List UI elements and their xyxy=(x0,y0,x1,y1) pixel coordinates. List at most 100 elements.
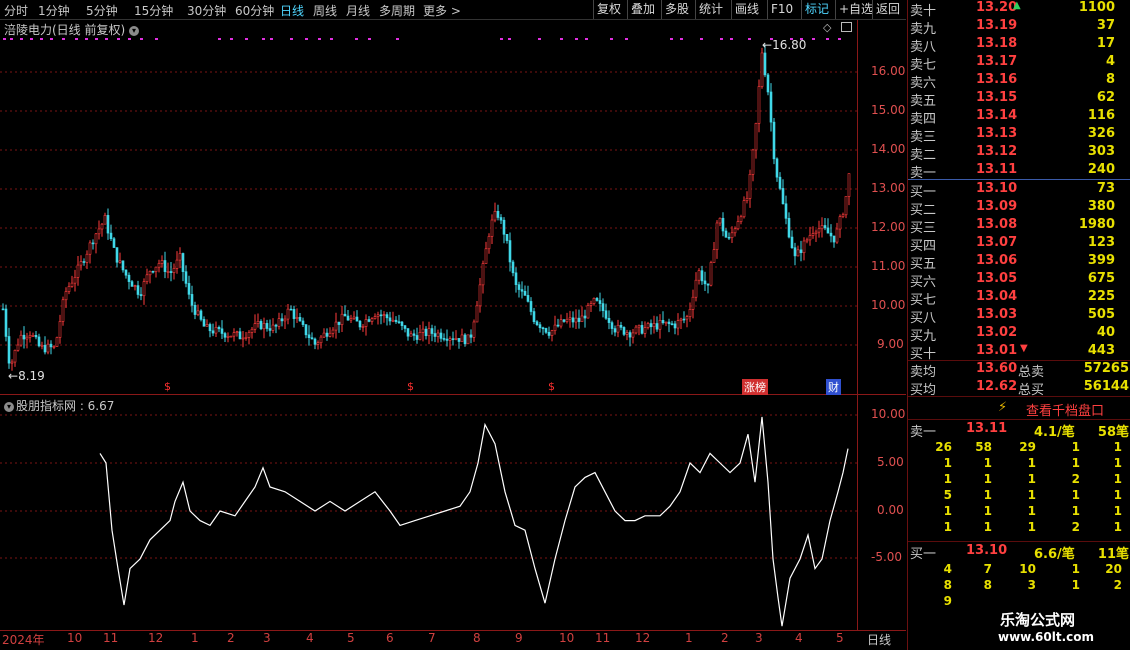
statistics-button[interactable]: 统计 xyxy=(695,0,726,19)
bid-level-row[interactable]: 买七 13.04 225 xyxy=(908,289,1130,308)
ask-level-row[interactable]: 卖七 13.17 4 xyxy=(908,54,1130,73)
ask-level-row[interactable]: 卖八 13.18 17 xyxy=(908,36,1130,55)
candle-body xyxy=(529,301,533,312)
ask-level-row[interactable]: 卖六 13.16 8 xyxy=(908,72,1130,91)
kline-chart[interactable] xyxy=(0,20,906,650)
candle-body xyxy=(145,274,149,282)
event-marker[interactable]: $ xyxy=(164,380,171,393)
candle-body xyxy=(580,315,584,322)
event-marker[interactable]: $ xyxy=(407,380,414,393)
candle-body xyxy=(538,324,542,329)
candle-body xyxy=(394,319,398,322)
candle-body xyxy=(106,215,110,234)
candle-body xyxy=(847,173,851,197)
mark-button[interactable]: 标记 xyxy=(801,0,832,19)
bid-level-row[interactable]: 买一 13.10 73 xyxy=(908,181,1130,200)
view-thousand-levels-link[interactable]: 查看千档盘口 xyxy=(1026,400,1104,419)
up-arrow-icon: ▲ xyxy=(1013,0,1021,11)
ask-level-row[interactable]: 卖四 13.14 116 xyxy=(908,108,1130,127)
date-label: 1 xyxy=(191,631,199,645)
bid-level-label: 买七 xyxy=(910,293,937,308)
candle-body xyxy=(781,188,785,205)
period-tab-5min[interactable]: 5分钟 xyxy=(86,2,118,19)
candle-body xyxy=(136,285,140,295)
period-toolbar: 分时 1分钟 5分钟 15分钟 30分钟 60分钟 日线 周线 月线 多周期 更… xyxy=(0,0,906,20)
candle-body xyxy=(694,279,698,298)
overlay-button[interactable]: 叠加 xyxy=(627,0,658,19)
candle-body xyxy=(163,260,167,272)
limit-up-badge[interactable]: 涨榜 xyxy=(742,379,768,395)
bid-level-row[interactable]: 买二 13.09 380 xyxy=(908,199,1130,218)
f10-button[interactable]: F10 xyxy=(767,0,796,19)
period-tab-intraday[interactable]: 分时 xyxy=(4,2,28,19)
ask-level-row[interactable]: 卖一 13.11 240 xyxy=(908,162,1130,181)
period-tab-multi[interactable]: 多周期 xyxy=(379,2,415,19)
candle-body xyxy=(355,316,359,322)
candle-body xyxy=(52,346,56,348)
bid-level-row[interactable]: 买五 13.06 399 xyxy=(908,253,1130,272)
candle-body xyxy=(331,329,335,334)
bid-level-label: 买六 xyxy=(910,275,937,290)
ask-level-row[interactable]: 卖五 13.15 62 xyxy=(908,90,1130,109)
ask-volume: 326 xyxy=(1087,126,1115,141)
period-tab-30min[interactable]: 30分钟 xyxy=(187,2,226,19)
candle-body xyxy=(490,219,494,237)
period-tab-weekly[interactable]: 周线 xyxy=(313,2,337,19)
bid-level-row[interactable]: 买三 13.08 1980 xyxy=(908,217,1130,236)
bid-level-row[interactable]: 买四 13.07 123 xyxy=(908,235,1130,254)
period-tab-15min[interactable]: 15分钟 xyxy=(134,2,173,19)
event-marker[interactable]: $ xyxy=(548,380,555,393)
candle-body xyxy=(31,335,35,337)
dropdown-circle-icon[interactable]: ▾ xyxy=(4,401,14,412)
bid-level-row[interactable]: 买六 13.05 675 xyxy=(908,271,1130,290)
finance-badge[interactable]: 财 xyxy=(826,379,841,395)
candle-body xyxy=(403,325,407,329)
candle-body xyxy=(259,321,263,330)
multi-stock-button[interactable]: 多股 xyxy=(661,0,692,19)
restore-rights-button[interactable]: 复权 xyxy=(593,0,624,19)
candle-body xyxy=(436,332,440,337)
ask-level-row[interactable]: 卖二 13.12 303 xyxy=(908,144,1130,163)
candle-body xyxy=(499,217,503,221)
period-label[interactable]: 日线 xyxy=(867,631,891,648)
ask-level-row[interactable]: 卖九 13.19 37 xyxy=(908,18,1130,37)
signal-dot xyxy=(826,38,829,40)
signal-dot xyxy=(128,38,131,40)
bid-level-row[interactable]: 买八 13.03 505 xyxy=(908,307,1130,326)
candle-body xyxy=(811,233,815,236)
signal-dot xyxy=(117,38,120,40)
bid-level-label: 买四 xyxy=(910,239,937,254)
ask-level-row[interactable]: 卖三 13.13 326 xyxy=(908,126,1130,145)
back-button[interactable]: 返回 xyxy=(872,0,903,19)
candle-body xyxy=(367,319,371,322)
tick-count: 1 xyxy=(1071,456,1080,470)
add-watchlist-button[interactable]: +自选 xyxy=(835,0,876,19)
tick-count: 4 xyxy=(943,562,952,576)
period-tab-1min[interactable]: 1分钟 xyxy=(38,2,70,19)
candle-body xyxy=(1,308,5,311)
candle-body xyxy=(520,289,524,292)
candle-body xyxy=(826,227,830,234)
candle-body xyxy=(148,270,152,276)
draw-line-button[interactable]: 画线 xyxy=(731,0,762,19)
tick-count: 1 xyxy=(1071,440,1080,454)
candle-body xyxy=(454,338,458,340)
avg-buy-price: 12.62 xyxy=(976,379,1018,394)
date-label: 3 xyxy=(263,631,271,645)
candle-body xyxy=(187,283,191,295)
period-tab-daily[interactable]: 日线 xyxy=(280,2,304,19)
period-tab-60min[interactable]: 60分钟 xyxy=(235,2,274,19)
period-tab-monthly[interactable]: 月线 xyxy=(346,2,370,19)
candle-body xyxy=(205,324,209,327)
signal-dot xyxy=(3,38,6,40)
bid-level-row[interactable]: 买十 13.01 443 ▼ xyxy=(908,343,1130,362)
candle-body xyxy=(88,242,92,255)
ask-level-row[interactable]: 卖十 13.20 1100 ▲ xyxy=(908,0,1130,19)
candle-body xyxy=(328,332,332,337)
candle-body xyxy=(715,222,719,250)
tick-count: 1 xyxy=(983,520,992,534)
date-label: 3 xyxy=(755,631,763,645)
candle-body xyxy=(256,321,260,324)
bid-level-row[interactable]: 买九 13.02 40 xyxy=(908,325,1130,344)
period-tab-more[interactable]: 更多 > xyxy=(423,2,461,19)
